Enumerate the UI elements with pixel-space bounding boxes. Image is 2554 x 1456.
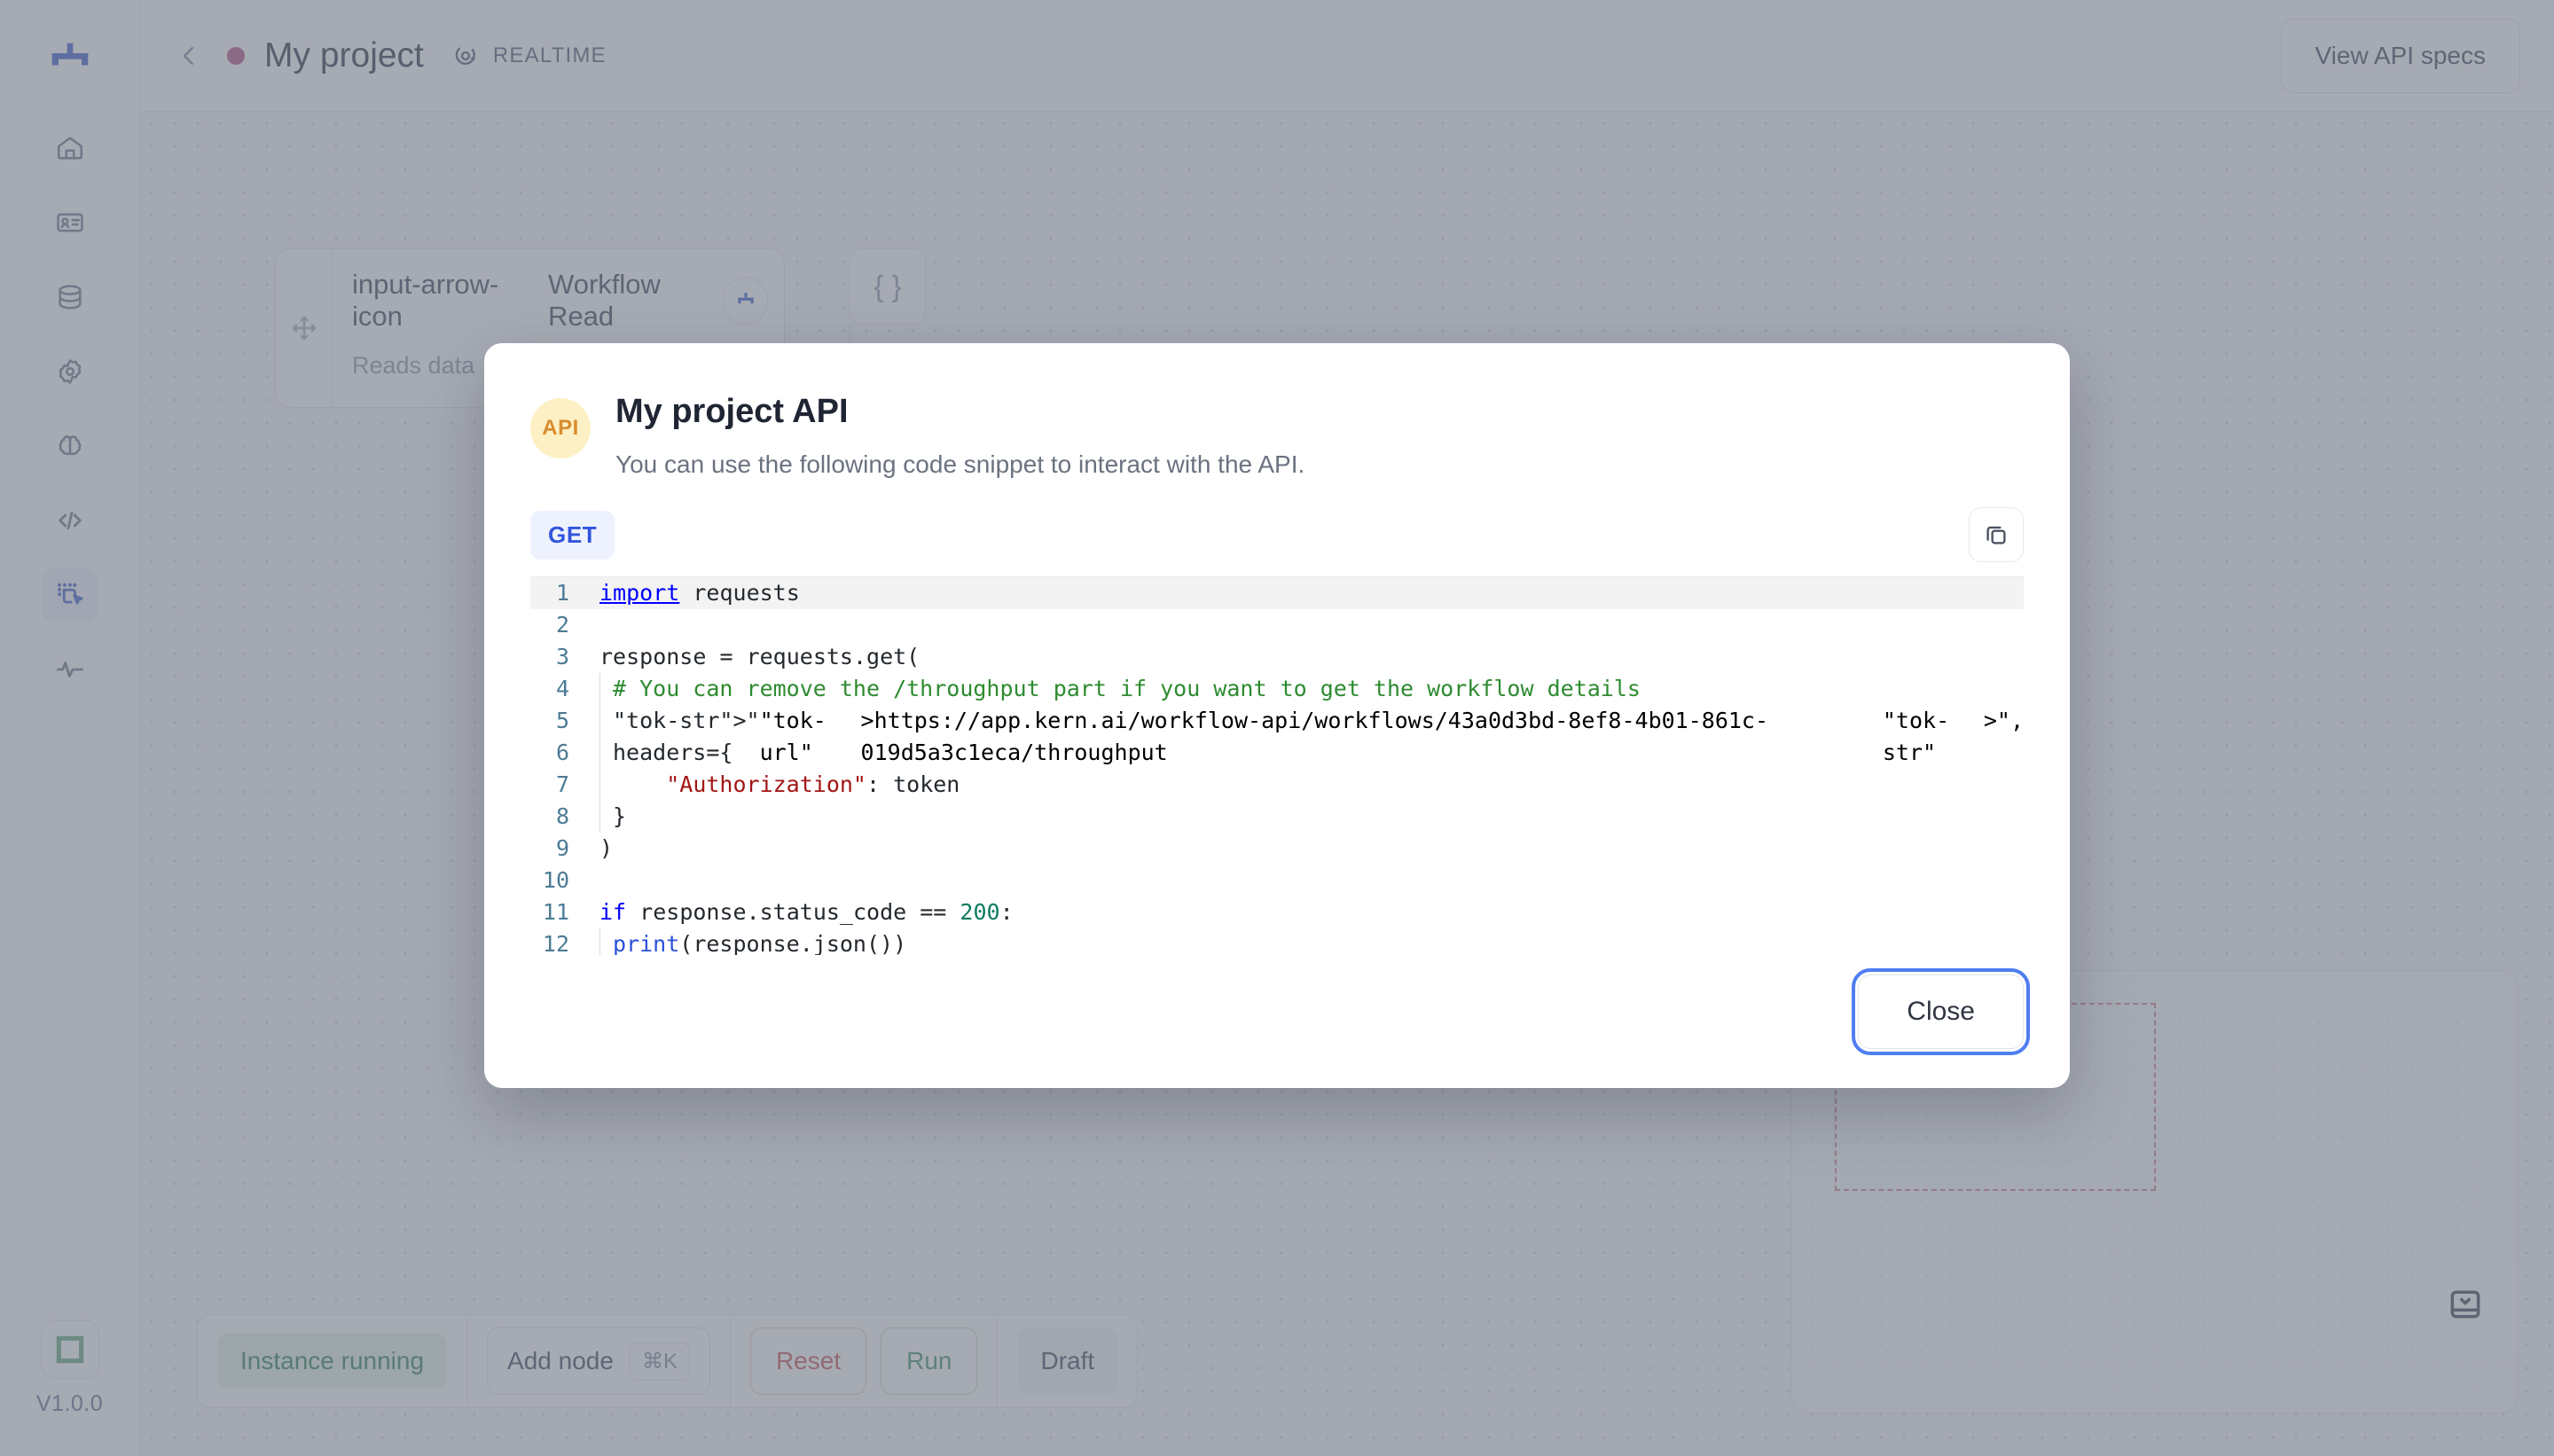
line-number: 8	[555, 803, 569, 829]
line-number: 11	[542, 899, 569, 925]
line-number: 10	[542, 867, 569, 893]
line-number: 4	[555, 676, 569, 701]
line-content: "tok-str">"	[599, 705, 760, 737]
line-number: 12	[542, 931, 569, 955]
avatar: API	[530, 398, 591, 458]
code-line: 3 response = requests.get(	[530, 641, 2024, 673]
line-content: if response.status_code == 200:	[599, 899, 1014, 925]
snippet-toolbar: GET	[530, 507, 2024, 562]
line-content: headers={	[599, 737, 733, 769]
dialog-header-text: My project API You can use the following…	[615, 393, 1304, 479]
line-number: 6	[555, 740, 569, 765]
code-line: 11 if response.status_code == 200:	[530, 896, 2024, 928]
http-method-badge: GET	[530, 510, 615, 560]
dialog-title: My project API	[615, 393, 849, 430]
line-number: 2	[555, 612, 569, 638]
line-content: }	[599, 801, 626, 833]
code-line: 2	[530, 609, 2024, 641]
line-content: print(response.json())	[599, 928, 906, 955]
dialog-footer: Close	[530, 968, 2030, 1055]
code-line: 7 "Authorization": token	[530, 769, 2024, 801]
line-content: )	[599, 835, 614, 861]
dialog-header: API My project API You can use the follo…	[530, 393, 2024, 479]
line-content: "Authorization": token	[599, 769, 960, 801]
line-number: 1	[555, 580, 569, 606]
line-content: import requests	[599, 580, 800, 606]
code-line: 10	[530, 865, 2024, 896]
line-number: 3	[555, 644, 569, 669]
code-line: 12 print(response.json())	[530, 928, 2024, 955]
copy-icon[interactable]	[1969, 507, 2024, 562]
code-line: 8}	[530, 801, 2024, 833]
code-line: 4 # You can remove the /throughput part i…	[530, 673, 2024, 705]
app-root: V1.0.0 My project REALTIME	[0, 0, 2554, 1456]
line-content: # You can remove the /throughput part if…	[599, 673, 1641, 705]
line-number: 7	[555, 771, 569, 797]
dialog-subtitle: You can use the following code snippet t…	[615, 450, 1305, 478]
code-line: 9)	[530, 833, 2024, 865]
api-snippet-dialog: API My project API You can use the follo…	[484, 343, 2070, 1088]
code-line: 1 import requests	[530, 577, 2024, 609]
close-button[interactable]: Close	[1852, 968, 2030, 1055]
line-number: 9	[555, 835, 569, 861]
line-number: 5	[555, 708, 569, 733]
code-line: 5 "tok-str">" "tok-url" >https://app.kern.a…	[530, 705, 2024, 765]
code-snippet[interactable]: 1 import requests 2 3 response = requests.ge…	[530, 576, 2024, 955]
line-content: response = requests.get(	[599, 644, 921, 669]
